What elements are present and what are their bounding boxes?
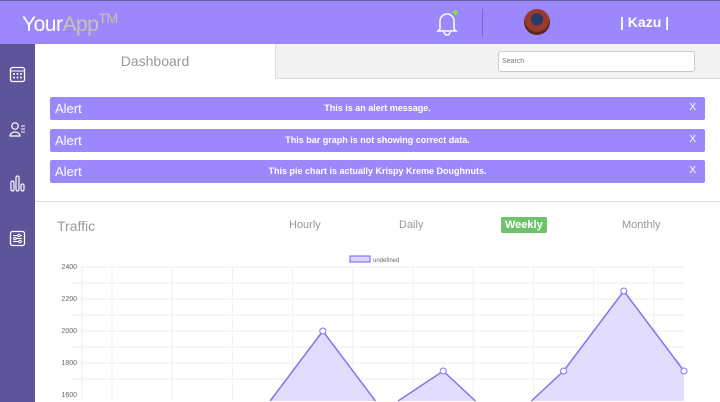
data-point bbox=[560, 367, 568, 375]
y-tick-label: 1600 bbox=[61, 392, 77, 399]
traffic-chart: 2400 2200 2000 1800 1600 undefined bbox=[61, 255, 688, 402]
data-point bbox=[620, 287, 628, 295]
data-point bbox=[439, 367, 447, 375]
legend-label: undefined bbox=[373, 258, 399, 264]
y-tick-label: 1800 bbox=[61, 360, 77, 367]
legend-swatch bbox=[349, 255, 371, 263]
y-tick-label: 2000 bbox=[61, 328, 77, 335]
data-point bbox=[680, 367, 688, 375]
y-tick-label: 2400 bbox=[61, 264, 77, 271]
y-tick-label: 2200 bbox=[61, 296, 77, 303]
data-point bbox=[319, 327, 327, 335]
